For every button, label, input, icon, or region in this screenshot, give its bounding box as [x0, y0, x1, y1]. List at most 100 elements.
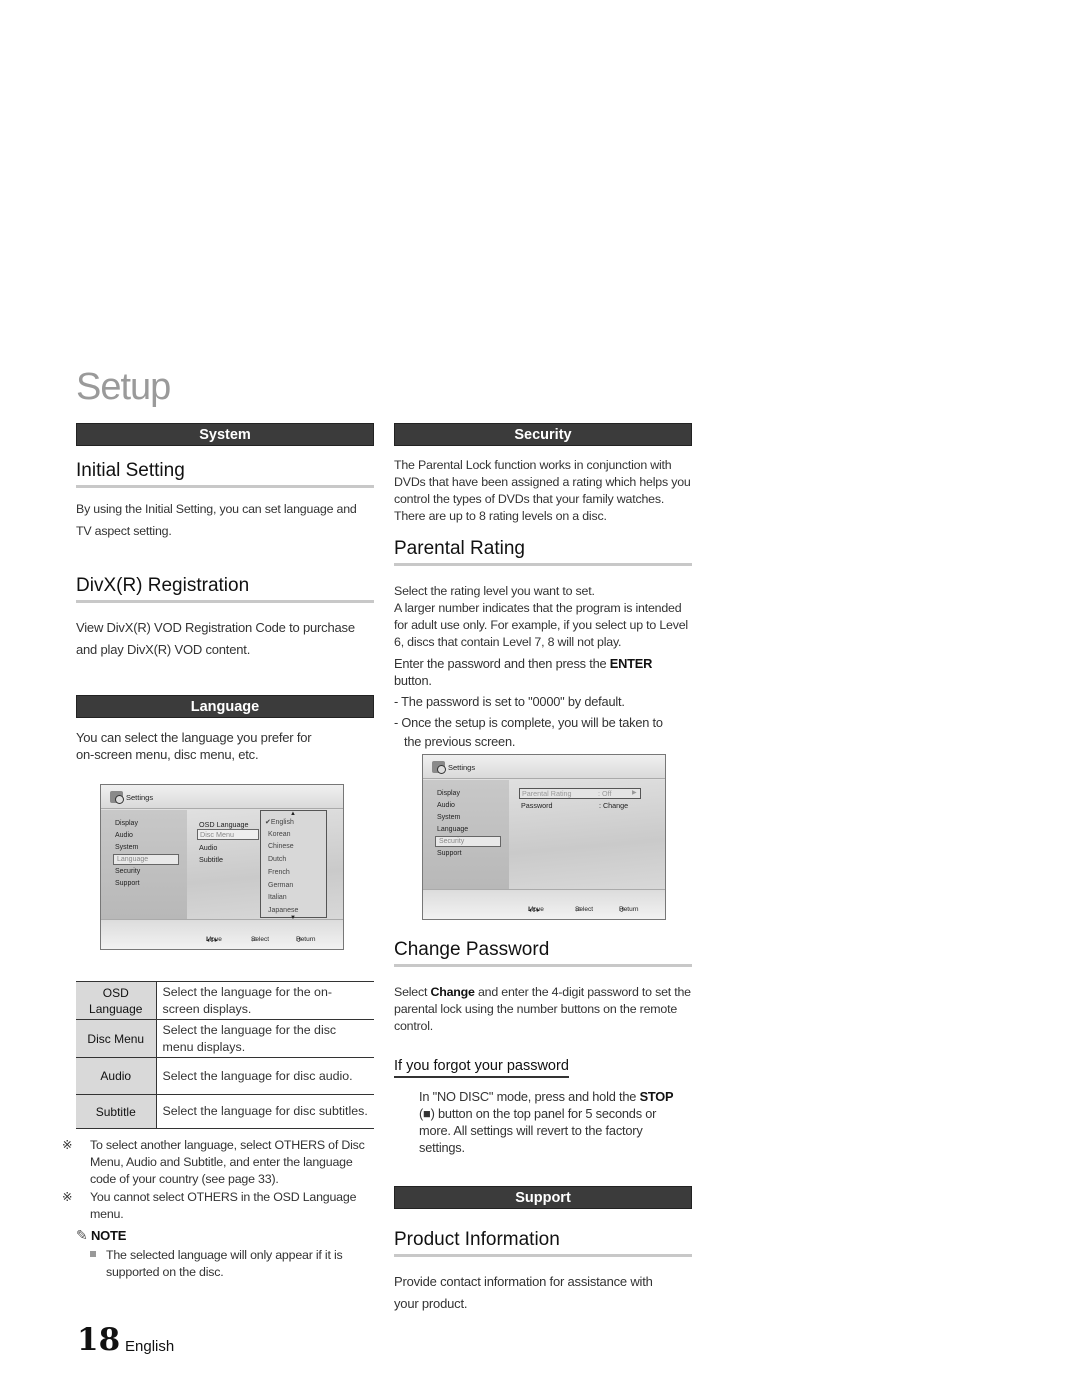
language-bar-label: Language — [76, 695, 374, 718]
menu-item-security[interactable]: Security — [435, 836, 501, 847]
forgot-password-text: In "NO DISC" mode, press and hold the ST… — [419, 1089, 674, 1155]
option-osd-language[interactable]: OSD Language — [199, 820, 249, 829]
table-value: Select the language for disc audio. — [156, 1057, 374, 1095]
table-key: Disc Menu — [76, 1019, 157, 1058]
note-bullet: The selected language will only appear i… — [76, 1247, 374, 1281]
divx-heading: DivX(R) Registration — [76, 575, 374, 603]
table-row: Disc Menu Select the language for the di… — [76, 1019, 374, 1058]
table-key: Subtitle — [76, 1094, 157, 1129]
change-password-section: Change Password — [394, 939, 692, 967]
page-number: 18 — [77, 1322, 121, 1358]
screen-side-menu: Display Audio System Language Security S… — [101, 810, 187, 919]
change-password-text: Select Change and enter the 4-digit pass… — [394, 985, 691, 1033]
divx-line2: and play DivX(R) VOD content. — [76, 642, 251, 657]
menu-item-system[interactable]: System — [115, 844, 138, 851]
forgot-password-section: If you forgot your password — [394, 1057, 692, 1078]
support-section-bar: Support — [394, 1186, 692, 1209]
language-section-bar: Language — [76, 695, 374, 718]
dropdown-option[interactable]: Dutch — [268, 856, 286, 863]
page-language: English — [125, 1338, 175, 1355]
language-intro-line2: on-screen menu, disc menu, etc. — [76, 747, 259, 762]
reference-mark-icon: ※ — [62, 1190, 73, 1204]
scroll-up-icon[interactable]: ▲ — [290, 811, 296, 817]
security-text: The Parental Lock function works in conj… — [394, 458, 691, 523]
parental-dash1: - The password is set to "0000" by defau… — [394, 694, 625, 709]
table-row: Subtitle Select the language for disc su… — [76, 1094, 374, 1129]
language-settings-screen: Settings Display Audio System Language S… — [100, 784, 344, 950]
security-section-bar: Security — [394, 423, 692, 446]
option-disc-menu[interactable]: Disc Menu — [197, 829, 259, 840]
language-intro-line1: You can select the language you prefer f… — [76, 730, 312, 745]
reference-mark-icon: ※ — [62, 1138, 73, 1152]
menu-item-audio[interactable]: Audio — [115, 832, 133, 839]
change-password-heading: Change Password — [394, 939, 692, 967]
menu-item-language[interactable]: Language — [113, 854, 179, 865]
screen-side-menu: Display Audio System Language Security S… — [423, 780, 509, 889]
table-value: Select the language for the disc menu dis… — [156, 1019, 374, 1058]
product-info-section: Product Information Provide contact info… — [394, 1229, 692, 1315]
parental-text2: A larger number indicates that the progr… — [394, 601, 688, 649]
option-audio[interactable]: Audio — [199, 843, 217, 852]
forgot-password-heading: If you forgot your password — [394, 1058, 569, 1078]
parental-rating-section: Parental Rating — [394, 538, 692, 566]
dropdown-option[interactable]: Chinese — [268, 843, 294, 850]
system-section-bar: System — [76, 423, 374, 446]
table-value: Select the language for the on-screen di… — [156, 981, 374, 1020]
dropdown-option[interactable]: German — [268, 882, 293, 889]
parental-text3: Enter the password and then press the EN… — [394, 656, 653, 688]
screen-header: Settings — [101, 785, 343, 809]
screen-header: Settings — [423, 755, 665, 779]
security-settings-screen: Settings Display Audio System Language S… — [422, 754, 666, 920]
settings-gear-icon — [432, 761, 446, 774]
table-row: OSD Language Select the language for the … — [76, 981, 374, 1020]
initial-setting-line1: By using the Initial Setting, you can se… — [76, 502, 357, 516]
screen-title: Settings — [448, 763, 476, 772]
dropdown-option[interactable]: ✔English — [265, 818, 294, 826]
menu-item-display[interactable]: Display — [115, 820, 138, 827]
language-notes: ※ To select another language, select OTHE… — [62, 1137, 374, 1281]
table-key: OSD Language — [76, 981, 157, 1020]
bullet-icon — [90, 1251, 96, 1257]
parental-dash2: - Once the setup is complete, you will b… — [394, 715, 663, 749]
divx-line1: View DivX(R) VOD Registration Code to pu… — [76, 620, 355, 635]
security-bar-label: Security — [394, 423, 692, 446]
system-bar-label: System — [76, 423, 374, 446]
menu-item-audio[interactable]: Audio — [437, 802, 455, 809]
note-item: ※ You cannot select OTHERS in the OSD Lan… — [62, 1190, 357, 1221]
pencil-note-icon: ✎ — [76, 1227, 88, 1243]
menu-item-support[interactable]: Support — [115, 880, 140, 887]
parental-rating-text: Select the rating level you want to set.… — [394, 583, 692, 751]
menu-item-display[interactable]: Display — [437, 790, 460, 797]
parental-rating-heading: Parental Rating — [394, 538, 692, 566]
option-subtitle[interactable]: Subtitle — [199, 855, 223, 864]
product-info-line2: your product. — [394, 1296, 468, 1311]
settings-gear-icon — [110, 791, 124, 804]
parental-rating-row[interactable]: Parental Rating : Off ▶ — [519, 788, 641, 799]
dropdown-option[interactable]: Italian — [268, 894, 287, 901]
initial-setting-heading: Initial Setting — [76, 460, 374, 488]
table-row: Audio Select the language for disc audio… — [76, 1057, 374, 1095]
language-options-table: OSD Language Select the language for the … — [76, 981, 374, 1129]
note-item: ※ To select another language, select OTHE… — [62, 1138, 365, 1186]
divx-section: DivX(R) Registration View DivX(R) VOD Re… — [76, 575, 374, 661]
dropdown-option[interactable]: French — [268, 869, 290, 876]
dropdown-option[interactable]: Korean — [268, 831, 291, 838]
menu-item-support[interactable]: Support — [437, 850, 462, 857]
parental-text1: Select the rating level you want to set. — [394, 584, 595, 598]
language-dropdown[interactable]: ▲ ✔English Korean Chinese Dutch French G… — [260, 810, 327, 921]
dropdown-option[interactable]: Japanese — [268, 907, 298, 914]
page-title: Setup — [76, 366, 171, 408]
screen-title: Settings — [126, 793, 154, 802]
support-bar-label: Support — [394, 1186, 692, 1209]
menu-item-security[interactable]: Security — [115, 868, 140, 875]
product-info-line1: Provide contact information for assistan… — [394, 1274, 653, 1289]
menu-item-language[interactable]: Language — [437, 826, 468, 833]
screen-footer: ◂⇕▸ Move ⏎ Select ↺ Return — [423, 889, 665, 919]
initial-setting-section: Initial Setting By using the Initial Set… — [76, 460, 374, 542]
initial-setting-text: By using the Initial Setting, you can se… — [76, 498, 374, 542]
screen-footer: ◂⇕▸ Move ⏎ Select ↺ Return — [101, 919, 343, 949]
menu-item-system[interactable]: System — [437, 814, 460, 821]
divx-text: View DivX(R) VOD Registration Code to pu… — [76, 617, 374, 661]
product-info-heading: Product Information — [394, 1229, 692, 1257]
table-value: Select the language for disc subtitles. — [156, 1094, 374, 1129]
